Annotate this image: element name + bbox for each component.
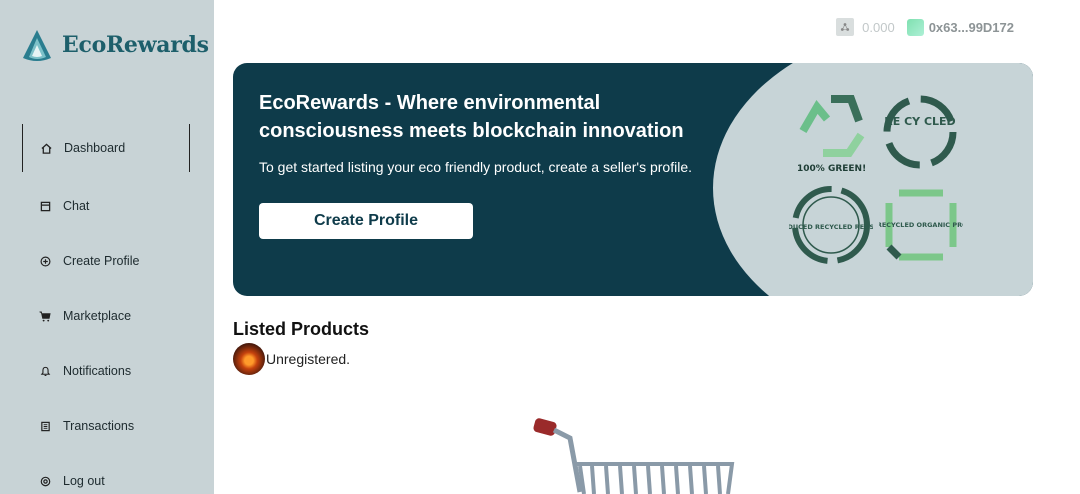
svg-text:100% RECYCLED ORGANIC PRODUCT: 100% RECYCLED ORGANIC PRODUCT [879, 221, 963, 229]
sidebar-item-transactions[interactable]: Transactions [22, 419, 188, 433]
recycled-badge-icon: RE CY CLED [883, 95, 957, 169]
hero-subtitle: To get started listing your eco friendly… [259, 159, 692, 175]
sidebar-item-notifications[interactable]: Notifications [22, 364, 188, 378]
empty-cart-illustration [533, 418, 735, 494]
hero-illustration [713, 63, 1033, 296]
sidebar-item-marketplace[interactable]: Marketplace [22, 309, 188, 323]
token-balance: 0.000 [862, 19, 895, 35]
svg-text:100% GREEN!: 100% GREEN! [797, 164, 866, 174]
brand-logo[interactable]: EcoRewards [20, 28, 209, 62]
sidebar-item-label: Marketplace [63, 309, 132, 323]
seller-status-row: Unregistered. [233, 343, 350, 375]
sidebar-item-dashboard[interactable]: Dashboard [22, 124, 190, 172]
water-drop-logo-icon [23, 30, 51, 61]
sidebar-item-label: Notifications [63, 364, 132, 378]
seller-status: Unregistered. [266, 351, 351, 367]
reduce-reuse-recycle-badge-icon: REDUCED RECYCLED REUSED [789, 186, 873, 264]
sidebar-item-chat[interactable]: Chat [22, 199, 188, 213]
brand-name: EcoRewards [62, 32, 209, 58]
token-icon [836, 18, 855, 36]
svg-text:REDUCED RECYCLED REUSED: REDUCED RECYCLED REUSED [789, 223, 873, 231]
hero-title: EcoRewards - Where environmental conscio… [259, 92, 684, 142]
sidebar-item-create-profile[interactable]: Create Profile [22, 254, 188, 268]
recycle-green-badge-icon: 100% GREEN! [797, 95, 866, 174]
bell-icon [38, 364, 52, 378]
svg-text:RE CY CLED: RE CY CLED [884, 115, 955, 128]
chat-icon [38, 199, 52, 213]
hero-banner: 100% GREEN! RE CY CLED REDUCED RECYCLED … [233, 63, 1033, 296]
sidebar-item-label: Log out [63, 474, 105, 488]
sidebar-item-label: Transactions [63, 419, 135, 433]
sidebar: EcoRewards Dashboard Chat Create Profile… [0, 0, 214, 494]
account-bar: 0.000 0x63...99D172 [836, 18, 1014, 36]
wallet-icon [906, 18, 924, 36]
receipt-icon [38, 419, 52, 433]
organic-product-badge-icon: 100% RECYCLED ORGANIC PRODUCT [879, 189, 963, 261]
home-icon [39, 141, 53, 155]
sidebar-item-logout[interactable]: Log out [22, 474, 188, 488]
listed-products-title: Listed Products [233, 319, 370, 339]
create-profile-button[interactable]: Create Profile [259, 203, 473, 239]
plus-circle-icon [38, 254, 52, 268]
sidebar-item-label: Chat [63, 199, 90, 213]
logout-icon [38, 474, 52, 488]
sidebar-item-label: Dashboard [64, 141, 126, 155]
avatar [233, 343, 265, 375]
wallet-address[interactable]: 0x63...99D172 [929, 20, 1014, 35]
cart-icon [38, 309, 52, 323]
sidebar-item-label: Create Profile [63, 254, 140, 268]
